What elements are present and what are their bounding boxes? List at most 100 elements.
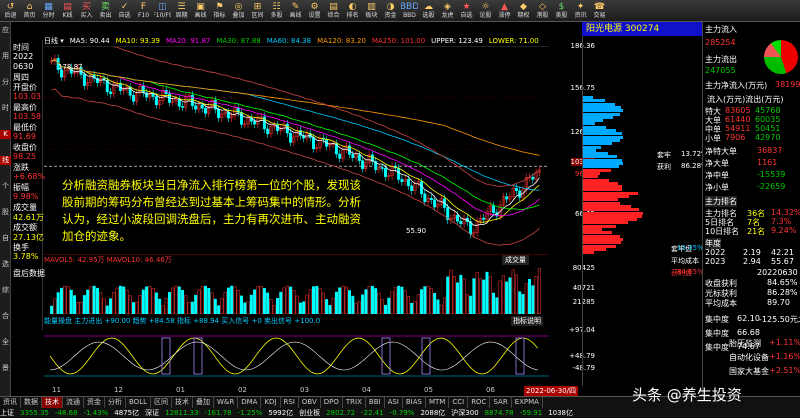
indicator-help-tag[interactable]: 指标说明 bbox=[511, 316, 543, 326]
capital-panel-text[interactable]: 自动化设备 bbox=[729, 352, 769, 363]
capital-panel-text: 7906 bbox=[725, 133, 746, 142]
toolbar-button-0[interactable]: ↺ 后退 bbox=[2, 2, 19, 20]
capital-panel-text[interactable]: 国家大基金 bbox=[729, 366, 769, 377]
toolbar-button-14[interactable]: ☷ 多股 bbox=[268, 2, 285, 20]
indicator-tab[interactable]: ROC bbox=[468, 397, 491, 408]
capital-panel-text: 89.70 bbox=[767, 298, 790, 307]
left-nav-item[interactable]: 全 bbox=[0, 338, 11, 347]
ma-legend-item[interactable]: 日线 ▾ bbox=[44, 37, 64, 45]
toolbar-button-11[interactable]: ⚑ 指标 bbox=[211, 2, 228, 20]
volume-bar bbox=[528, 279, 532, 314]
volume-bar bbox=[99, 292, 103, 314]
toolbar-button-24[interactable]: ★ 自选 bbox=[458, 2, 475, 20]
indicator-tab[interactable]: 叠加 bbox=[193, 397, 214, 408]
toolbar-button-20[interactable]: ◑ 资金 bbox=[382, 2, 399, 20]
toolbar-button-22[interactable]: ☁ 选股 bbox=[420, 2, 437, 20]
indicator-tab[interactable]: 资金 bbox=[84, 397, 105, 408]
indicator-tab[interactable]: MTM bbox=[426, 397, 450, 408]
left-nav-item[interactable]: 应 bbox=[0, 26, 11, 35]
volume-bar bbox=[105, 305, 109, 314]
candle bbox=[361, 160, 365, 169]
volume-bar bbox=[351, 295, 355, 314]
toolbar-button-5[interactable]: 卖卖出 bbox=[97, 2, 114, 20]
volume-bar bbox=[190, 301, 194, 314]
toolbar-button-10[interactable]: ▣ 画线 bbox=[192, 2, 209, 20]
toolbar-button-6[interactable]: ✓ 自选 bbox=[116, 2, 133, 20]
toolbar-button-4[interactable]: 买买入 bbox=[78, 2, 95, 20]
indicator-tab[interactable]: 资讯 bbox=[0, 397, 21, 408]
left-nav-item[interactable]: 综 bbox=[0, 286, 11, 295]
indicator-tab[interactable]: 技术 bbox=[172, 397, 193, 408]
indicator-tab[interactable]: W&R bbox=[214, 397, 239, 408]
toolbar-button-30[interactable]: ✦ 资讯 bbox=[572, 2, 589, 20]
toolbar-button-27[interactable]: ◆ 期权 bbox=[515, 2, 532, 20]
toolbar-button-28[interactable]: ◇ 港股 bbox=[534, 2, 551, 20]
toolbar-button-12[interactable]: ◎ 叠加 bbox=[230, 2, 247, 20]
date-axis-label: 01 bbox=[176, 386, 185, 394]
ma-legend-item: MA120: 83.20 bbox=[317, 37, 366, 45]
left-nav-item[interactable]: 线 bbox=[0, 156, 11, 165]
indicator-tab[interactable]: OBV bbox=[299, 397, 321, 408]
annotation-text: 分析融资融券板块当日净流入排行榜第一位的个股，发现该股前期的筹码分布曾经达到过基… bbox=[62, 178, 361, 243]
toolbar-button-13[interactable]: ⊞ 区间 bbox=[249, 2, 266, 20]
toolbar-button-23[interactable]: ◈ 龙虎 bbox=[439, 2, 456, 20]
toolbar-button-2[interactable]: ▦ 分时 bbox=[40, 2, 57, 20]
indicator-chart[interactable] bbox=[44, 326, 549, 386]
left-nav-item[interactable]: 用 bbox=[0, 52, 11, 61]
indicator-tab[interactable]: DMA bbox=[238, 397, 262, 408]
left-nav-item[interactable]: 个 bbox=[0, 182, 11, 191]
toolbar-button-18[interactable]: ◐ 排名 bbox=[344, 2, 361, 20]
toolbar-button-31[interactable]: ☎ 交易 bbox=[591, 2, 608, 20]
toolbar-button-8[interactable]: ◫ F10/F9 bbox=[154, 2, 171, 20]
toolbar-button-25[interactable]: ☼ 论股 bbox=[477, 2, 494, 20]
indicator-tab[interactable]: BBI bbox=[366, 397, 385, 408]
left-nav-item[interactable]: K bbox=[0, 130, 11, 139]
toolbar-button-19[interactable]: ▥ 板块 bbox=[363, 2, 380, 20]
volume-bar bbox=[89, 286, 93, 314]
capital-panel-text: 50451 bbox=[755, 124, 781, 133]
toolbar-button-29[interactable]: $ 美股 bbox=[553, 2, 570, 20]
toolbar-button-1[interactable]: ⌂ 首页 bbox=[21, 2, 38, 20]
indicator-tab[interactable]: BOLL bbox=[126, 397, 151, 408]
indicator-tab[interactable]: TRIX bbox=[343, 397, 366, 408]
toolbar-button-26[interactable]: ▲ 涨停 bbox=[496, 2, 513, 20]
indicator-tab[interactable]: SAR bbox=[490, 397, 512, 408]
watermark: 头条 @养生投资 bbox=[632, 386, 742, 404]
indicator-tab[interactable]: EXPMA bbox=[512, 397, 543, 408]
toolbar-button-21[interactable]: BBD BBD bbox=[401, 2, 418, 20]
left-nav-item[interactable]: 景 bbox=[0, 364, 11, 373]
left-nav-item[interactable]: 合 bbox=[0, 312, 11, 321]
indicator-tab[interactable]: CCI bbox=[449, 397, 469, 408]
index-ticker-item: 1038亿 bbox=[548, 409, 574, 417]
left-nav-item[interactable]: 选 bbox=[0, 260, 11, 269]
indicator-tab[interactable]: KDJ bbox=[261, 397, 281, 408]
indicator-tab[interactable]: DPO bbox=[321, 397, 343, 408]
volume-bar bbox=[459, 274, 463, 314]
indicator-tab[interactable]: RSI bbox=[281, 397, 299, 408]
capital-panel-text[interactable]: 胎压监测 bbox=[729, 338, 761, 349]
indicator-tab[interactable]: ASI bbox=[385, 397, 403, 408]
indicator-tab[interactable]: 分析 bbox=[105, 397, 126, 408]
toolbar-button-7[interactable]: F F10 bbox=[135, 2, 152, 20]
indicator-tab[interactable]: 流通 bbox=[63, 397, 84, 408]
volume-bar bbox=[243, 302, 247, 314]
toolbar-button-9[interactable]: ☰ 周期 bbox=[173, 2, 190, 20]
indicator-tab[interactable]: 数据 bbox=[21, 397, 42, 408]
volume-chart[interactable] bbox=[44, 264, 549, 314]
left-nav-item[interactable]: 时 bbox=[0, 104, 11, 113]
toolbar-icon: ▦ bbox=[44, 1, 53, 12]
toolbar-button-15[interactable]: ✎ 画线 bbox=[287, 2, 304, 20]
left-nav-item[interactable]: 分 bbox=[0, 78, 11, 87]
toolbar-button-3[interactable]: ▤ K线 bbox=[59, 2, 76, 20]
volume-bar bbox=[167, 292, 171, 314]
indicator-tab[interactable]: BIAS bbox=[403, 397, 426, 408]
indicator-tab[interactable]: 技术 bbox=[42, 397, 63, 408]
volume-bar bbox=[492, 292, 496, 314]
volume-bar bbox=[312, 286, 315, 314]
info-list-label[interactable]: 盘后数据 bbox=[13, 268, 45, 279]
indicator-tab[interactable]: 区间 bbox=[151, 397, 172, 408]
toolbar-button-17[interactable]: ▤ 综合 bbox=[325, 2, 342, 20]
toolbar-button-16[interactable]: ⚙ 设置 bbox=[306, 2, 323, 20]
left-nav-item[interactable]: 股 bbox=[0, 208, 11, 217]
left-nav-item[interactable]: 自 bbox=[0, 234, 11, 243]
